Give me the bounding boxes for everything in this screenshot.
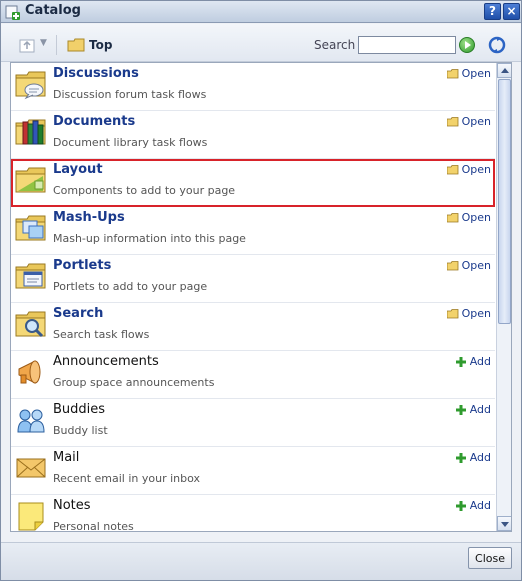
megaphone-icon [18,360,41,384]
scroll-thumb[interactable] [498,79,511,324]
close-button[interactable]: Close [468,547,512,569]
list-item-portlets[interactable]: Portlets Portlets to add to your page Op… [11,255,495,303]
search-go-button[interactable] [459,37,475,53]
folder-mashups-icon [15,215,46,241]
list-item-buddies[interactable]: Buddies Buddy list Add [11,399,495,447]
list-item-announcements[interactable]: Announcements Group space announcements … [11,351,495,399]
open-label: Open [461,307,491,320]
add-button[interactable]: Add [455,403,491,416]
note-icon [18,502,44,531]
open-button[interactable]: Open [446,67,491,80]
open-folder-icon [446,260,459,270]
open-folder-icon [446,164,459,174]
add-page-icon [5,5,20,20]
item-desc: Recent email in your inbox [53,472,201,485]
list-item-documents[interactable]: Documents Document library task flows Op… [11,111,495,159]
item-name[interactable]: Buddies [53,402,105,417]
add-label: Add [469,451,491,464]
list-item-discussions[interactable]: Discussions Discussion forum task flows … [11,63,495,111]
item-desc: Buddy list [53,424,108,437]
list-item-layout[interactable]: Layout Components to add to your page Op… [11,159,495,207]
refresh-icon[interactable] [488,36,506,54]
open-label: Open [461,259,491,272]
list-item-search[interactable]: Search Search task flows Open [11,303,495,351]
history-dropdown-icon[interactable]: ▼ [40,38,50,50]
help-icon: ? [489,4,496,18]
window-title: Catalog [25,3,81,18]
open-label: Open [461,67,491,80]
plus-icon [455,404,466,415]
open-button[interactable]: Open [446,115,491,128]
add-button[interactable]: Add [455,451,491,464]
close-icon: × [506,4,517,18]
open-label: Open [461,211,491,224]
item-name[interactable]: Mash-Ups [53,210,125,225]
folder-documents-icon [15,119,46,145]
dialog-footer: Close [1,542,521,580]
help-button[interactable]: ? [484,3,501,20]
title-bar: Catalog ? × [1,1,521,23]
item-name[interactable]: Search [53,306,103,321]
add-button[interactable]: Add [455,355,491,368]
item-desc: Discussion forum task flows [53,88,207,101]
open-folder-icon [446,212,459,222]
item-name[interactable]: Documents [53,114,135,129]
open-folder-icon [446,308,459,318]
breadcrumb-top[interactable]: Top [89,38,112,52]
item-name[interactable]: Notes [53,498,91,513]
plus-icon [455,356,466,367]
item-desc: Search task flows [53,328,150,341]
open-button[interactable]: Open [446,307,491,320]
list-item-mail[interactable]: Mail Recent email in your inbox Add [11,447,495,495]
envelope-icon [16,458,46,478]
open-button[interactable]: Open [446,259,491,272]
toolbar: ▼ Top Search [1,24,521,62]
item-name[interactable]: Discussions [53,66,139,81]
open-button[interactable]: Open [446,163,491,176]
folder-search-icon [15,311,46,338]
open-label: Open [461,115,491,128]
catalog-dialog: Catalog ? × ▼ Top Search Discussions Dis… [0,0,522,581]
up-folder-button[interactable] [19,37,37,53]
folder-discussions-icon [15,71,46,100]
open-folder-icon [446,68,459,78]
item-desc: Components to add to your page [53,184,236,197]
search-input[interactable] [358,36,456,54]
toolbar-separator [56,35,57,55]
item-name[interactable]: Layout [53,162,103,177]
item-name[interactable]: Announcements [53,354,159,369]
close-window-button[interactable]: × [503,3,520,20]
vertical-scrollbar[interactable] [496,63,511,531]
folder-icon [67,38,85,52]
list-item-notes[interactable]: Notes Personal notes Add [11,495,495,532]
scroll-up-button[interactable] [497,63,511,78]
item-desc: Document library task flows [53,136,208,149]
item-desc: Personal notes [53,520,134,532]
item-desc: Portlets to add to your page [53,280,208,293]
scroll-down-button[interactable] [497,516,511,531]
add-label: Add [469,355,491,368]
add-label: Add [469,499,491,512]
list-item-mashups[interactable]: Mash-Ups Mash-up information into this p… [11,207,495,255]
add-label: Add [469,403,491,416]
folder-portlets-icon [15,263,46,289]
search-label: Search [314,38,356,52]
add-button[interactable]: Add [455,499,491,512]
item-desc: Mash-up information into this page [53,232,246,245]
item-desc: Group space announcements [53,376,215,389]
open-button[interactable]: Open [446,211,491,224]
open-folder-icon [446,116,459,126]
item-name[interactable]: Portlets [53,258,111,273]
catalog-list: Discussions Discussion forum task flows … [10,62,512,532]
plus-icon [455,500,466,511]
plus-icon [455,452,466,463]
item-name[interactable]: Mail [53,450,79,465]
open-label: Open [461,163,491,176]
buddies-icon [17,409,45,433]
folder-layout-icon [15,167,46,193]
